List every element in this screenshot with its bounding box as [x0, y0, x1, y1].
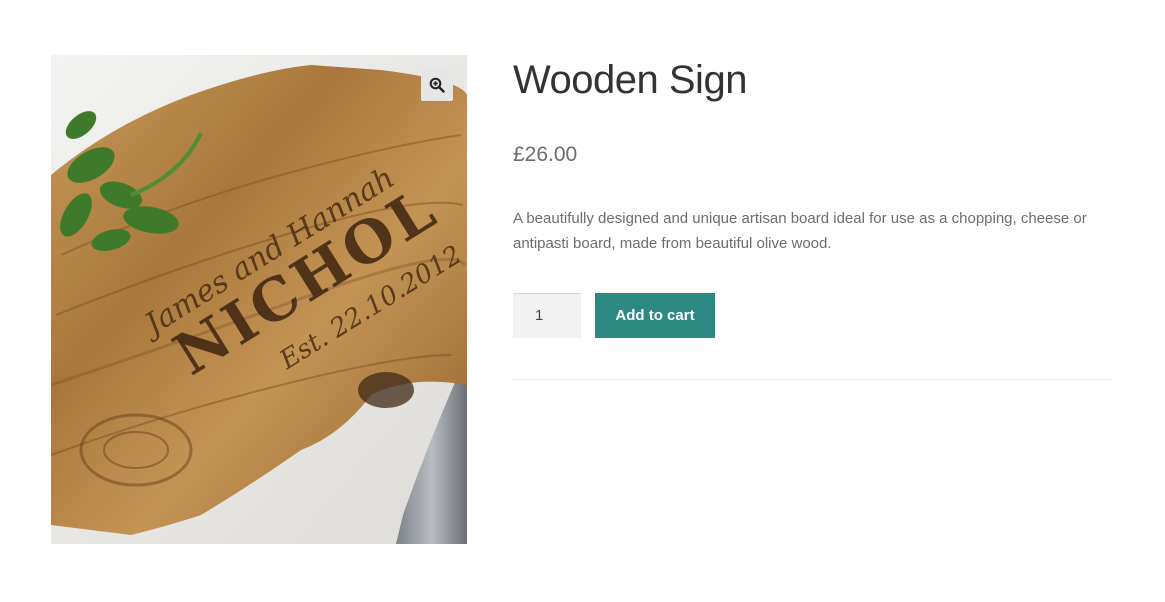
product-image[interactable]: James and Hannah NICHOL Est. 22.10.2012	[51, 55, 467, 544]
product-title: Wooden Sign	[513, 58, 747, 102]
divider	[513, 379, 1113, 380]
magnifier-plus-icon	[429, 77, 445, 93]
cutting-board-photo: James and Hannah NICHOL Est. 22.10.2012	[51, 55, 467, 544]
quantity-input[interactable]	[513, 293, 581, 338]
product-description: A beautifully designed and unique artisa…	[513, 210, 1087, 252]
zoom-button[interactable]	[421, 69, 453, 101]
product-price: £26.00	[513, 143, 578, 166]
add-to-cart-button[interactable]: Add to cart	[595, 293, 715, 338]
